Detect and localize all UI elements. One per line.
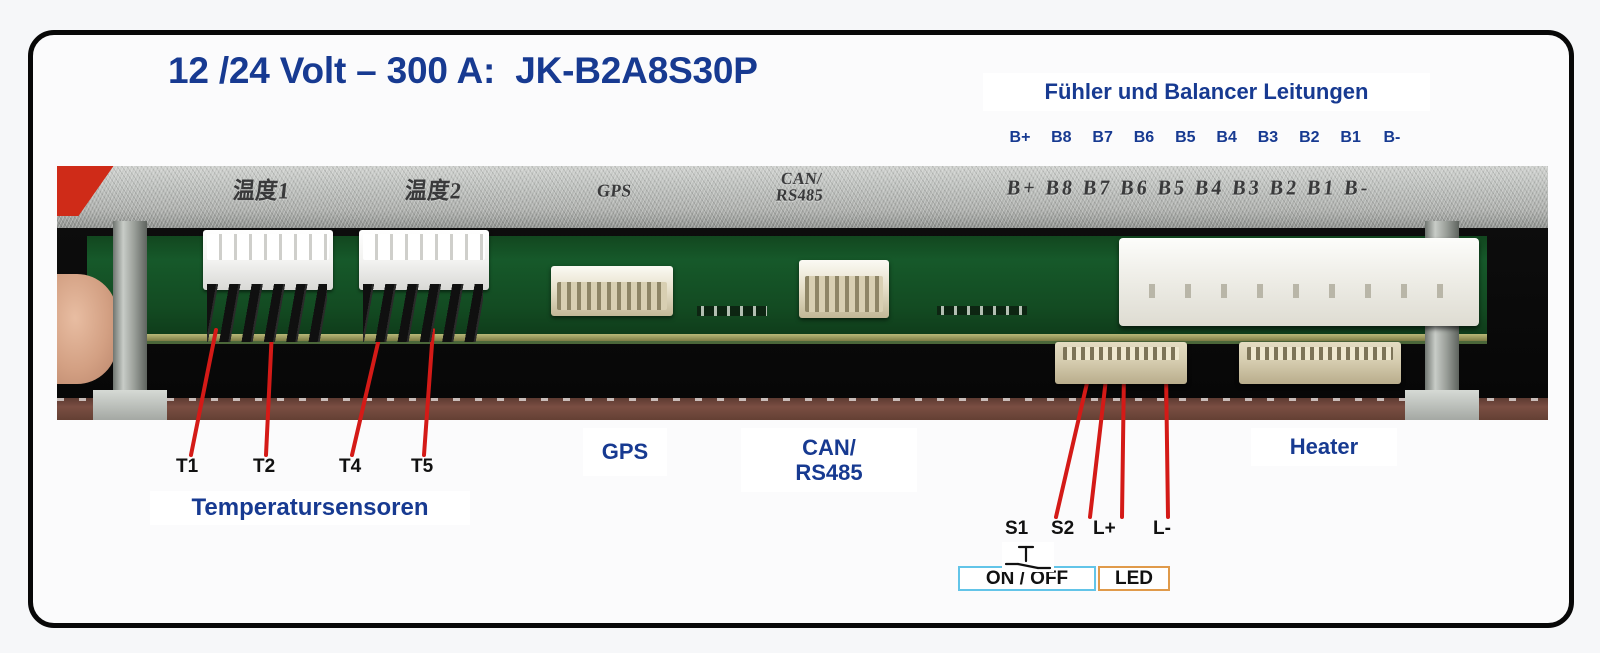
balancer-pin-label: B+ bbox=[1009, 129, 1031, 146]
smd-pads-a bbox=[697, 306, 767, 316]
callout-can-rs485-label: CAN/ RS485 bbox=[795, 434, 863, 485]
callout-fuehler-balancer-label: Fühler und Balancer Leitungen bbox=[1044, 79, 1369, 105]
switch-pin-label-s1: S1 bbox=[1005, 518, 1029, 539]
hand-finger bbox=[57, 274, 117, 384]
led-box[interactable]: LED bbox=[1098, 566, 1170, 591]
callout-fuehler-balancer: Fühler und Balancer Leitungen bbox=[983, 73, 1430, 111]
silkscreen-can-rs485: CAN/ RS485 bbox=[775, 169, 825, 205]
switch-pin-label-lplus: L+ bbox=[1093, 518, 1116, 539]
temp-label-t2: T2 bbox=[253, 456, 276, 477]
balancer-pin-label: B2 bbox=[1299, 129, 1320, 146]
smd-pads-b bbox=[937, 306, 1027, 315]
diagram-canvas: 12 /24 Volt – 300 A: JK-B2A8S30P Fühler … bbox=[0, 0, 1600, 653]
balancer-pin-label: B8 bbox=[1051, 129, 1072, 146]
callout-temperatursensoren: Temperatursensoren bbox=[150, 491, 470, 525]
balancer-pin-label: B1 bbox=[1340, 129, 1361, 146]
gps-connector bbox=[551, 266, 673, 316]
heater-connector bbox=[1239, 342, 1401, 384]
silkscreen-temp2: 温度2 bbox=[403, 177, 463, 204]
callout-gps: GPS bbox=[583, 428, 667, 476]
temp2-wires bbox=[363, 284, 483, 342]
balancer-connector bbox=[1119, 238, 1479, 326]
switch-symbol-icon bbox=[1002, 542, 1054, 572]
temp1-connector bbox=[203, 230, 333, 290]
balancer-pin-label: B4 bbox=[1216, 129, 1237, 146]
switch-led-connector bbox=[1055, 342, 1187, 384]
temp1-wires bbox=[207, 284, 327, 342]
callout-gps-label: GPS bbox=[601, 439, 649, 465]
temp-label-t1: T1 bbox=[176, 456, 199, 477]
red-tape-corner bbox=[57, 166, 119, 216]
led-label: LED bbox=[1115, 567, 1153, 589]
can-rs485-connector bbox=[799, 260, 889, 318]
balancer-pin-label: B3 bbox=[1257, 129, 1279, 146]
balancer-pin-label: B5 bbox=[1175, 129, 1196, 146]
page-title: 12 /24 Volt – 300 A: JK-B2A8S30P bbox=[168, 50, 758, 91]
balancer-pin-label: B7 bbox=[1092, 129, 1113, 146]
temp-label-t5: T5 bbox=[411, 456, 434, 477]
switch-pin-label-lminus: L- bbox=[1153, 518, 1171, 539]
mounting-post-left bbox=[113, 221, 147, 416]
callout-heater: Heater bbox=[1251, 428, 1397, 466]
silkscreen-temp1: 温度1 bbox=[231, 177, 291, 204]
balancer-pin-label: B6 bbox=[1133, 129, 1155, 146]
temp2-connector bbox=[359, 230, 489, 290]
balancer-pin-label: B- bbox=[1383, 129, 1401, 146]
switch-pin-label-s2: S2 bbox=[1051, 518, 1075, 539]
silkscreen-gps: GPS bbox=[595, 180, 633, 201]
silkscreen-balancer-pins: B+ B8 B7 B6 B5 B4 B3 B2 B1 B- bbox=[1005, 176, 1372, 200]
mounting-foot-right bbox=[1405, 390, 1479, 420]
callout-can-rs485: CAN/ RS485 bbox=[741, 428, 917, 492]
callout-heater-label: Heater bbox=[1289, 434, 1359, 460]
mounting-foot-left bbox=[93, 390, 167, 420]
callout-temperatursensoren-label: Temperatursensoren bbox=[191, 494, 429, 522]
heatsink-base-strip bbox=[57, 398, 1548, 420]
temp-label-t4: T4 bbox=[339, 456, 362, 477]
balancer-pin-label-row: B+ B8 B7 B6 B5 B4 B3 B2 B1 B- bbox=[1000, 126, 1412, 150]
bms-board-photo: 温度1 温度2 GPS CAN/ RS485 B+ B8 B7 B6 B5 B4… bbox=[57, 166, 1548, 420]
